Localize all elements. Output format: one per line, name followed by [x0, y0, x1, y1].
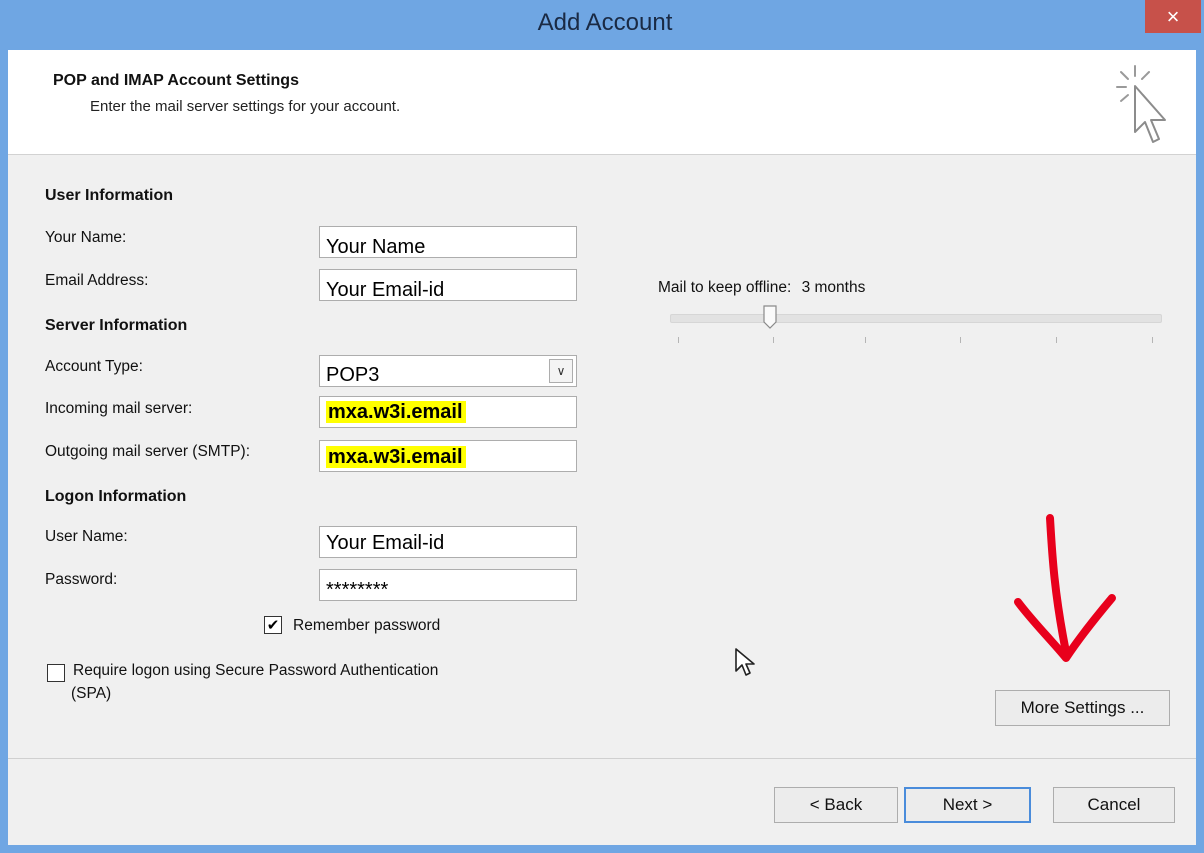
password-label: Password: [45, 571, 118, 588]
dialog-header: POP and IMAP Account Settings Enter the … [8, 50, 1196, 155]
remember-password-checkbox[interactable]: ✔ [264, 616, 282, 634]
slider-tick [1056, 337, 1057, 343]
account-type-value: POP3 [326, 364, 380, 386]
wizard-cursor-icon [1116, 65, 1166, 143]
your-name-value: Your Name [326, 236, 426, 258]
email-address-field[interactable]: Your Email-id [319, 269, 577, 301]
user-name-field[interactable]: Your Email-id [319, 526, 577, 558]
offline-slider-thumb[interactable] [763, 305, 777, 329]
slider-tick [960, 337, 961, 343]
remember-password-label[interactable]: Remember password [293, 617, 440, 635]
more-settings-button[interactable]: More Settings ... [995, 690, 1170, 726]
window-title: Add Account [537, 9, 673, 36]
your-name-field[interactable]: Your Name [319, 226, 577, 258]
user-info-heading: User Information [45, 187, 174, 204]
spa-label-line1[interactable]: Require logon using Secure Password Auth… [73, 662, 438, 680]
add-account-window: Add Account × POP and IMAP Account Setti… [0, 0, 1204, 853]
outgoing-server-value: mxa.w3i.email [326, 446, 466, 468]
title-bar[interactable]: Add Account × [0, 0, 1204, 50]
incoming-server-field[interactable]: mxa.w3i.email [319, 396, 577, 428]
server-info-heading: Server Information [45, 317, 188, 334]
incoming-server-label: Incoming mail server: [45, 400, 193, 417]
account-type-select[interactable]: POP3 ∨ [319, 355, 577, 387]
cancel-button[interactable]: Cancel [1053, 787, 1175, 823]
user-name-label: User Name: [45, 528, 128, 545]
email-address-label: Email Address: [45, 272, 149, 289]
offline-slider-track[interactable] [670, 314, 1162, 323]
mouse-pointer-icon [735, 648, 755, 676]
outgoing-server-field[interactable]: mxa.w3i.email [319, 440, 577, 472]
offline-value: 3 months [801, 279, 866, 296]
chevron-down-icon[interactable]: ∨ [549, 359, 573, 383]
offline-label: Mail to keep offline: 3 months [658, 279, 865, 297]
slider-tick [773, 337, 774, 343]
page-subtitle: Enter the mail server settings for your … [90, 98, 401, 115]
slider-tick [865, 337, 866, 343]
logon-info-heading: Logon Information [45, 488, 187, 505]
user-name-value: Your Email-id [326, 532, 445, 554]
close-button[interactable]: × [1145, 0, 1201, 33]
incoming-server-value: mxa.w3i.email [326, 401, 466, 423]
dialog-body: POP and IMAP Account Settings Enter the … [8, 50, 1196, 845]
slider-tick [1152, 337, 1153, 343]
next-button[interactable]: Next > [904, 787, 1031, 823]
spa-label-line2[interactable]: (SPA) [71, 685, 111, 703]
spa-checkbox[interactable] [47, 664, 65, 682]
footer-divider [8, 758, 1196, 759]
page-title: POP and IMAP Account Settings [53, 72, 299, 89]
password-value: ******** [326, 579, 389, 601]
outgoing-server-label: Outgoing mail server (SMTP): [45, 443, 250, 460]
offline-label-text: Mail to keep offline: [658, 279, 792, 296]
slider-tick [678, 337, 679, 343]
red-arrow-annotation-icon [1014, 514, 1116, 662]
checkmark-icon: ✔ [266, 616, 280, 634]
password-field[interactable]: ******** [319, 569, 577, 601]
email-address-value: Your Email-id [326, 279, 445, 301]
your-name-label: Your Name: [45, 229, 127, 246]
account-type-label: Account Type: [45, 358, 143, 375]
back-button[interactable]: < Back [774, 787, 898, 823]
